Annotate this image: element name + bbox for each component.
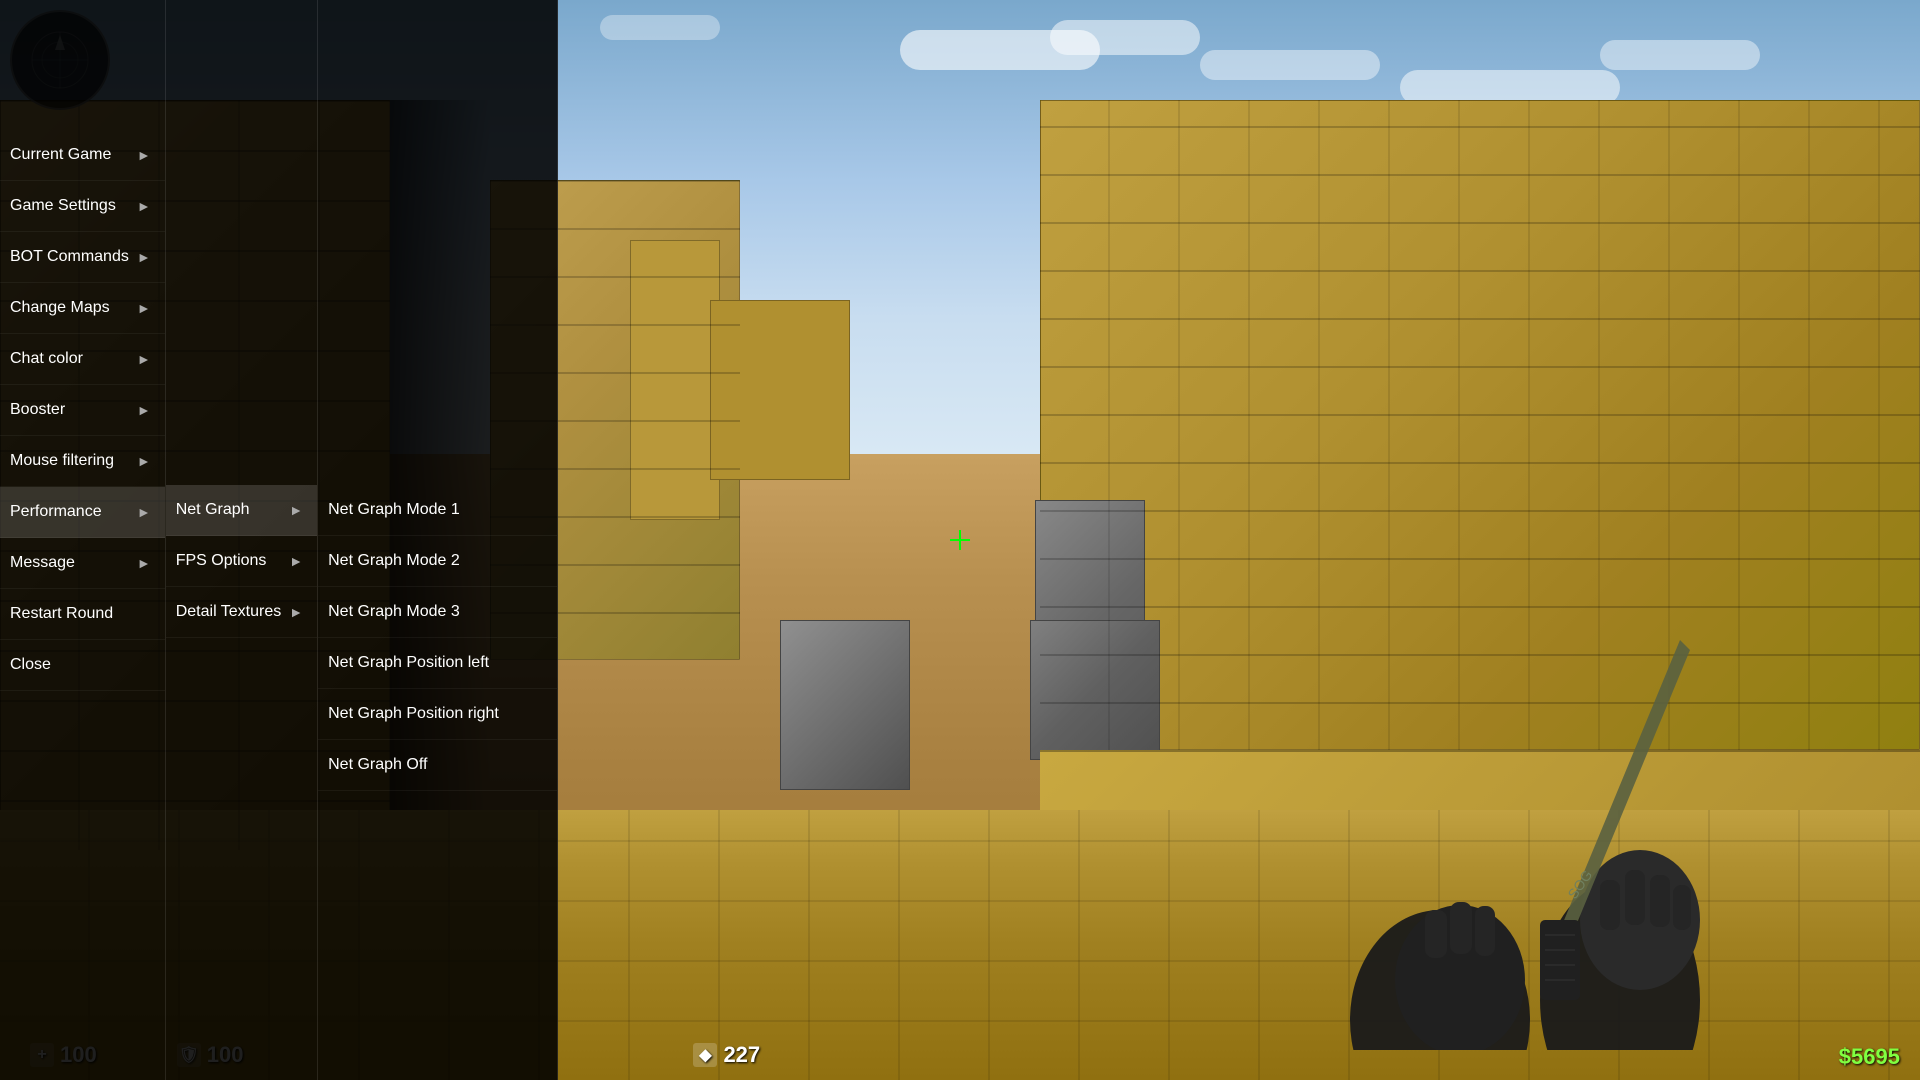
submenu-label-fps-options: FPS Options [176,552,267,570]
menu-item-chat-color[interactable]: Chat color ► [0,334,165,385]
submenu-label-netgraph-mode-2: Net Graph Mode 2 [328,552,460,570]
submenu-performance: Net Graph ► FPS Options ► Detail Texture… [166,0,318,1080]
arrow-chat-color: ► [137,351,151,367]
submenu-item-netgraph-pos-left[interactable]: Net Graph Position left [318,638,557,689]
arrow-mouse-filtering: ► [137,453,151,469]
arrow-current-game: ► [137,147,151,163]
submenu-netgraph: Net Graph Mode 1 Net Graph Mode 2 Net Gr… [318,0,558,1080]
knife-weapon: SOG [1170,470,1870,1050]
cloud-3 [1200,50,1380,80]
menu-item-booster[interactable]: Booster ► [0,385,165,436]
submenu-label-netgraph-pos-right: Net Graph Position right [328,705,499,723]
menu-label-bot-commands: BOT Commands [10,248,129,266]
menu-item-message[interactable]: Message ► [0,538,165,589]
submenu-label-netgraph-mode-1: Net Graph Mode 1 [328,501,460,519]
submenu-label-netgraph-mode-3: Net Graph Mode 3 [328,603,460,621]
menu-overlay: Current Game ► Game Settings ► BOT Comma… [0,0,558,1080]
submenu-item-net-graph[interactable]: Net Graph ► [166,485,317,536]
cloud-6 [1600,40,1760,70]
menu-item-bot-commands[interactable]: BOT Commands ► [0,232,165,283]
arrow-booster: ► [137,402,151,418]
submenu-item-netgraph-mode-2[interactable]: Net Graph Mode 2 [318,536,557,587]
menu-item-performance[interactable]: Performance ► [0,487,165,538]
menu-label-current-game: Current Game [10,146,111,164]
submenu-item-netgraph-off[interactable]: Net Graph Off [318,740,557,791]
menu-item-restart-round[interactable]: Restart Round [0,589,165,640]
submenu-item-netgraph-pos-right[interactable]: Net Graph Position right [318,689,557,740]
arrow-message: ► [137,555,151,571]
submenu-item-netgraph-mode-1[interactable]: Net Graph Mode 1 [318,485,557,536]
menu-label-chat-color: Chat color [10,350,83,368]
menu-label-mouse-filtering: Mouse filtering [10,452,114,470]
menu-label-game-settings: Game Settings [10,197,116,215]
menu-item-change-maps[interactable]: Change Maps ► [0,283,165,334]
cloud-4 [600,15,720,40]
arrow-fps-options: ► [289,553,303,569]
arrow-change-maps: ► [137,300,151,316]
menu-label-change-maps: Change Maps [10,299,110,317]
submenu-label-net-graph: Net Graph [176,501,250,519]
submenu-label-detail-textures: Detail Textures [176,603,282,621]
menu-item-game-settings[interactable]: Game Settings ► [0,181,165,232]
arrow-detail-textures: ► [289,604,303,620]
arrow-performance: ► [137,504,151,520]
submenu-label-netgraph-pos-left: Net Graph Position left [328,654,489,672]
menu-label-message: Message [10,554,75,572]
menu-label-restart-round: Restart Round [10,605,113,623]
arrow-bot-commands: ► [137,249,151,265]
arrow-net-graph: ► [289,502,303,518]
menu-label-close: Close [10,656,51,674]
menu-label-booster: Booster [10,401,65,419]
menu-label-performance: Performance [10,503,102,521]
menu-item-current-game[interactable]: Current Game ► [0,130,165,181]
crate-center [780,620,910,790]
submenu-item-fps-options[interactable]: FPS Options ► [166,536,317,587]
cloud-2 [1050,20,1200,55]
main-menu: Current Game ► Game Settings ► BOT Comma… [0,0,166,1080]
menu-item-mouse-filtering[interactable]: Mouse filtering ► [0,436,165,487]
menu-item-close[interactable]: Close [0,640,165,691]
submenu-label-netgraph-off: Net Graph Off [328,756,427,774]
submenu-item-netgraph-mode-3[interactable]: Net Graph Mode 3 [318,587,557,638]
arrow-game-settings: ► [137,198,151,214]
submenu-item-detail-textures[interactable]: Detail Textures ► [166,587,317,638]
